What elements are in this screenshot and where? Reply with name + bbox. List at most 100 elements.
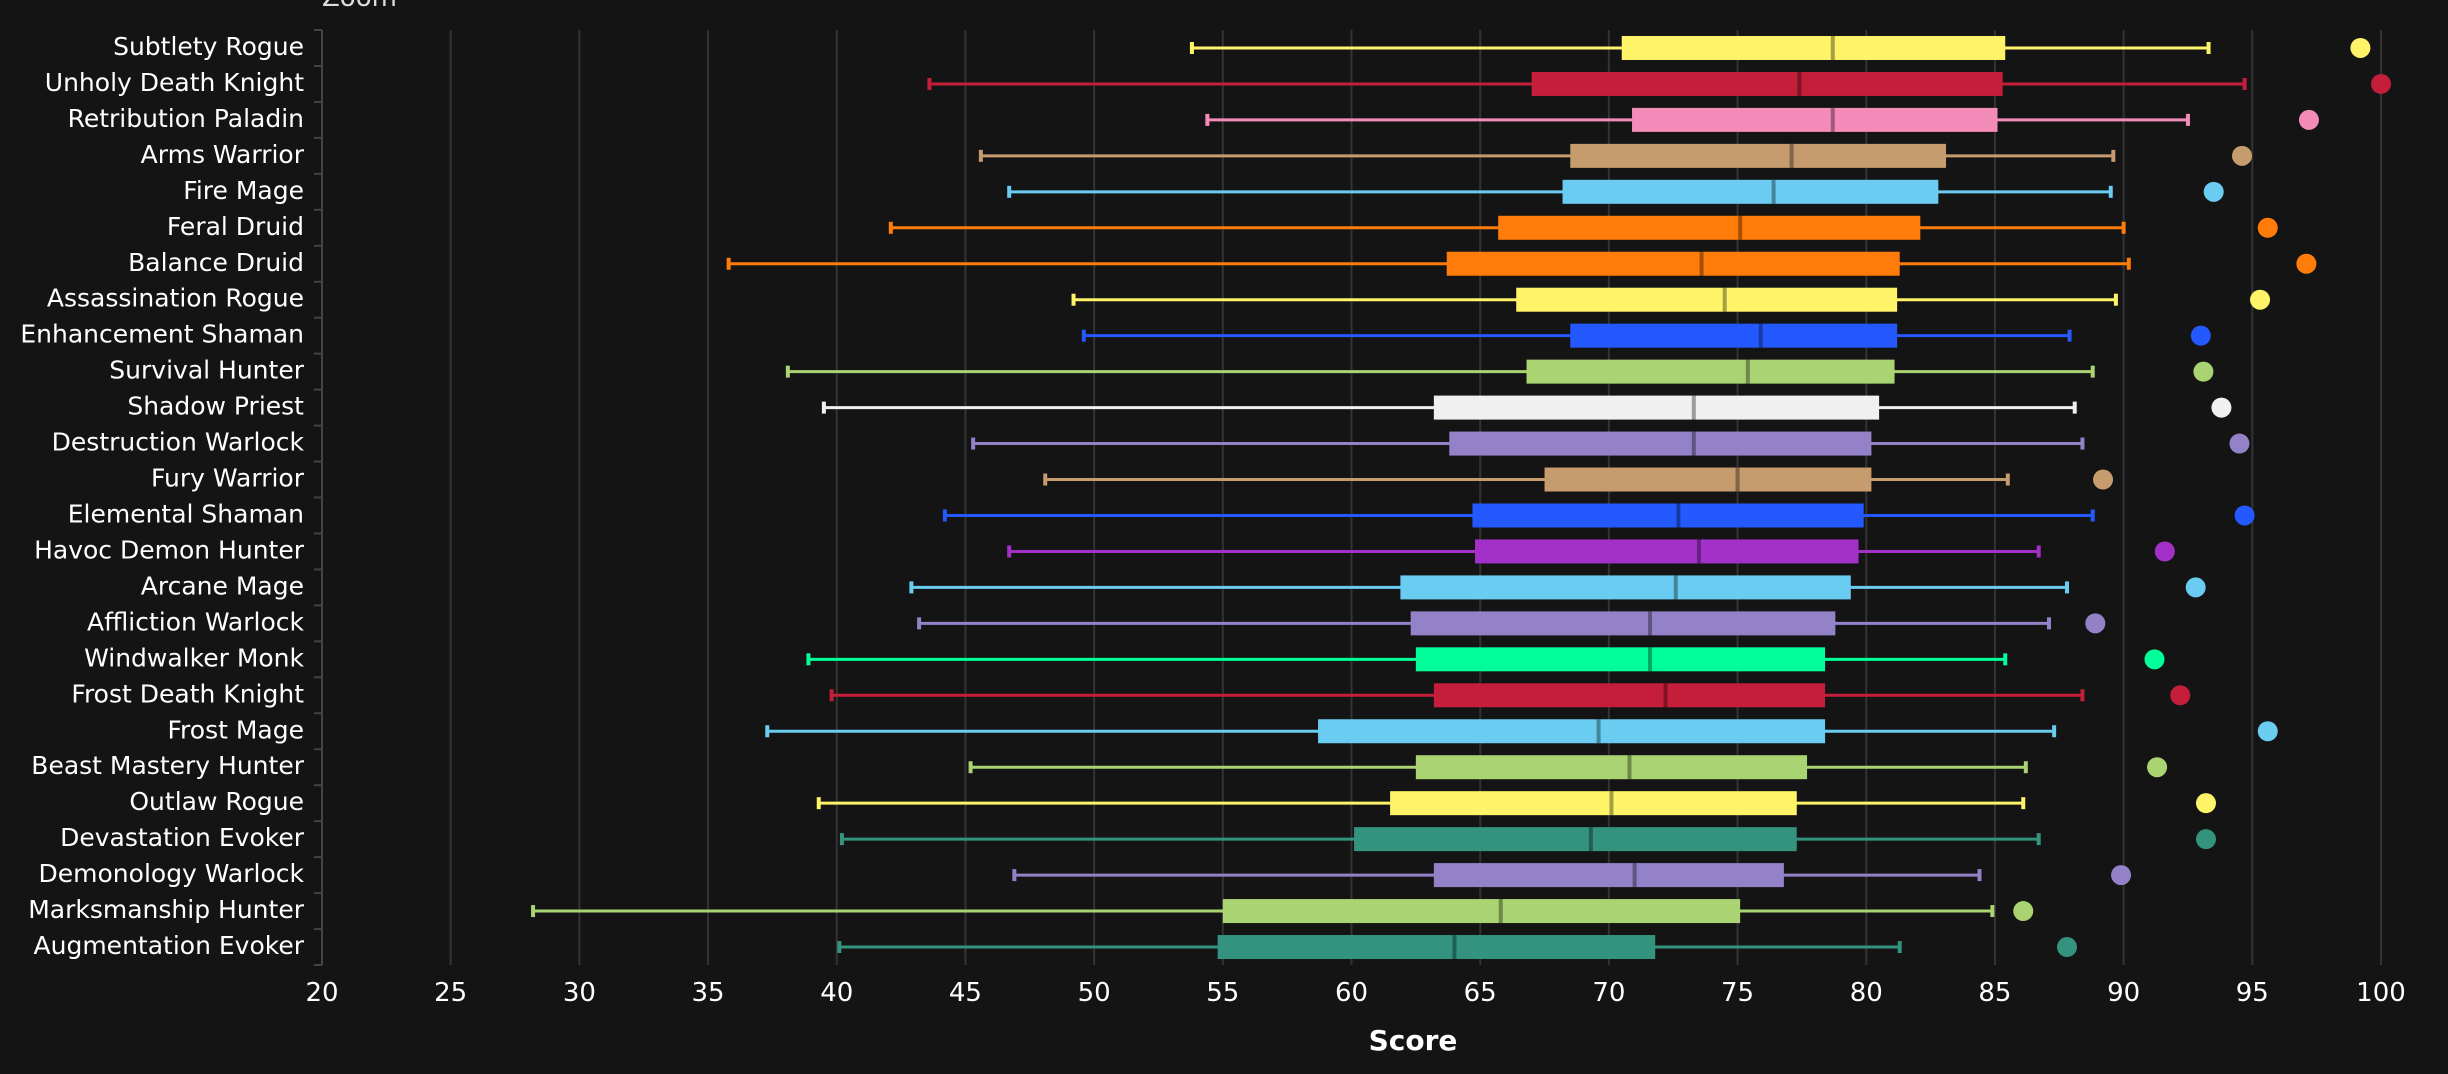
top-score-dot[interactable] [2111, 865, 2132, 886]
box-series[interactable] [909, 575, 2206, 600]
x-tick-label: 50 [1078, 978, 1111, 1008]
top-score-dot[interactable] [2371, 73, 2391, 94]
box-series[interactable] [917, 611, 2106, 636]
chart-title-partial: Zoom [322, 0, 397, 13]
box-series[interactable] [1012, 863, 2132, 888]
box-series[interactable] [1205, 107, 2319, 132]
top-score-dot[interactable] [2185, 577, 2206, 598]
iqr-box [1410, 611, 1836, 636]
category-label: Subtlety Rogue [113, 32, 304, 61]
category-label: Marksmanship Hunter [28, 895, 304, 924]
iqr-box [1632, 107, 1998, 132]
box-series[interactable] [942, 503, 2255, 528]
box-series[interactable] [968, 755, 2168, 780]
box-series[interactable] [1007, 179, 2224, 204]
x-tick-label: 20 [305, 978, 338, 1008]
category-label: Beast Mastery Hunter [31, 751, 304, 780]
category-label: Shadow Priest [127, 392, 304, 421]
x-axis: 20 25 30 35 40 45 50 55 60 65 70 75 80 85 90 95 100 [305, 978, 2405, 1008]
top-score-dot[interactable] [2147, 757, 2168, 778]
boxes [531, 35, 2391, 960]
top-score-dot[interactable] [2085, 613, 2106, 634]
top-score-dot[interactable] [2190, 325, 2211, 346]
top-score-dot[interactable] [2093, 469, 2114, 490]
iqr-box [1562, 179, 1939, 204]
top-score-dot[interactable] [2232, 145, 2253, 166]
iqr-box [1433, 683, 1826, 708]
category-label: Frost Mage [168, 715, 305, 744]
top-score-dot[interactable] [2195, 829, 2216, 850]
x-tick-label: 40 [820, 978, 853, 1008]
iqr-box [1400, 575, 1851, 600]
top-score-dot[interactable] [2013, 901, 2034, 922]
x-tick-label: 95 [2236, 978, 2269, 1008]
x-tick-label: 30 [563, 978, 596, 1008]
box-series[interactable] [816, 791, 2216, 816]
top-score-dot[interactable] [2234, 505, 2255, 526]
iqr-box [1570, 143, 1947, 168]
iqr-box [1475, 539, 1859, 564]
top-score-dot[interactable] [2298, 109, 2319, 130]
top-score-dot[interactable] [2211, 397, 2232, 418]
top-score-dot[interactable] [2193, 361, 2214, 382]
iqr-box [1433, 863, 1784, 888]
top-score-dot[interactable] [2229, 433, 2250, 454]
category-label: Balance Druid [128, 248, 304, 277]
category-label: Outlaw Rogue [129, 787, 304, 816]
box-series[interactable] [531, 899, 2034, 924]
iqr-box [1446, 251, 1900, 276]
top-score-dot[interactable] [2296, 253, 2317, 274]
top-score-dot[interactable] [2257, 721, 2278, 742]
gridlines [449, 30, 2382, 965]
category-label: Fire Mage [183, 176, 304, 205]
iqr-box [1390, 791, 1797, 816]
top-score-dot[interactable] [2195, 793, 2216, 814]
box-series[interactable] [839, 827, 2216, 852]
category-label: Arms Warrior [141, 140, 305, 169]
category-label: Survival Hunter [109, 356, 304, 385]
box-series[interactable] [837, 935, 2078, 960]
iqr-box [1531, 71, 2003, 96]
y-axis: Subtlety Rogue Unholy Death Knight Retribu… [20, 29, 323, 966]
x-axis-title: Score [1369, 1024, 1458, 1057]
box-series[interactable] [1081, 323, 2211, 348]
box-series[interactable] [726, 251, 2317, 276]
category-label: Affliction Warlock [87, 607, 305, 636]
category-label: Feral Druid [167, 212, 304, 241]
box-series[interactable] [1071, 287, 2271, 312]
top-score-dot[interactable] [2057, 937, 2078, 958]
x-tick-label: 85 [1978, 978, 2011, 1008]
x-tick-label: 65 [1464, 978, 1497, 1008]
top-score-dot[interactable] [2203, 181, 2224, 202]
category-label: Arcane Mage [141, 571, 304, 600]
category-label: Havoc Demon Hunter [34, 535, 305, 564]
top-score-dot[interactable] [2154, 541, 2175, 562]
iqr-box [1217, 935, 1656, 960]
box-series[interactable] [888, 215, 2278, 240]
category-label: Assassination Rogue [47, 284, 304, 313]
box-series[interactable] [1007, 539, 2175, 564]
box-series[interactable] [806, 647, 2165, 672]
box-series[interactable] [927, 71, 2391, 96]
top-score-dot[interactable] [2257, 217, 2278, 238]
box-series[interactable] [829, 683, 2191, 708]
top-score-dot[interactable] [2350, 37, 2371, 58]
box-series[interactable] [821, 395, 2232, 420]
top-score-dot[interactable] [2170, 685, 2191, 706]
box-series[interactable] [765, 719, 2278, 744]
x-tick-label: 55 [1206, 978, 1239, 1008]
box-series[interactable] [971, 431, 2250, 456]
category-label: Unholy Death Knight [45, 68, 304, 97]
x-tick-label: 70 [1592, 978, 1625, 1008]
top-score-dot[interactable] [2144, 649, 2165, 670]
box-series[interactable] [978, 143, 2253, 168]
x-tick-label: 75 [1721, 978, 1754, 1008]
iqr-box [1544, 467, 1872, 492]
box-series[interactable] [1043, 467, 2114, 492]
top-score-dot[interactable] [2250, 289, 2271, 310]
box-series[interactable] [785, 359, 2214, 384]
boxplot-chart: Zoom Subtlety Rogue Unholy Death Knight Re… [20, 0, 2405, 1057]
x-tick-label: 60 [1335, 978, 1368, 1008]
box-series[interactable] [1189, 35, 2371, 60]
category-label: Devastation Evoker [60, 823, 305, 852]
